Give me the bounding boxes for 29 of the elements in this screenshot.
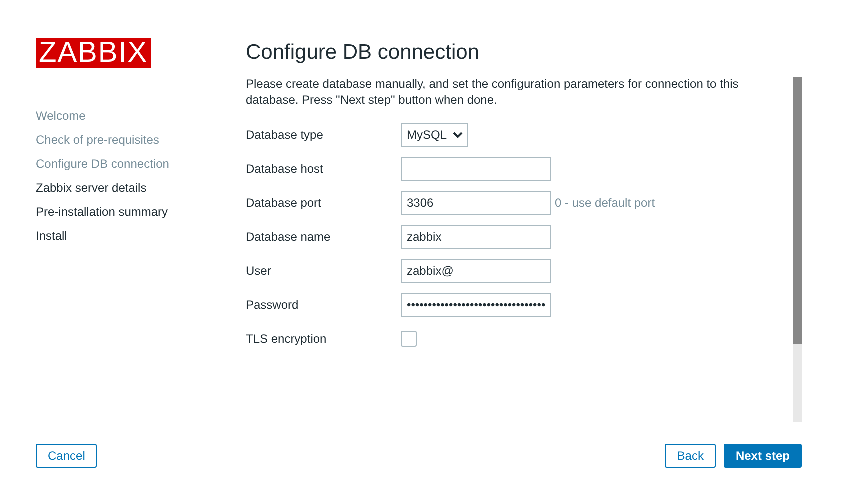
field-label: Password (246, 297, 300, 314)
input-field[interactable]: ••••••••••••••••••••••••••••••••• (401, 293, 551, 318)
input-field[interactable]: zabbix (401, 225, 551, 250)
next-step-button[interactable]: Next step (724, 444, 802, 468)
step-item: Install (36, 228, 68, 245)
page-title: Configure DB connection (246, 40, 480, 66)
description: Please create database manually, and set the configuration parameters for connection to this database. Press "Next step" button when done. (246, 76, 740, 108)
field-label: Database port (246, 195, 322, 212)
hint-text: 0 - use default port (555, 195, 656, 212)
select-field[interactable]: MySQL (401, 123, 468, 148)
field-label: Database name (246, 229, 332, 246)
step-item: Welcome (36, 108, 87, 125)
field-label: TLS encryption (246, 331, 328, 348)
step-item: Configure DB connection (36, 156, 170, 173)
field-label: User (246, 263, 272, 280)
scrollbar[interactable] (793, 77, 802, 422)
field-label: Database type (246, 127, 324, 144)
step-item: Zabbix server details (36, 180, 148, 197)
logo: ZABBIX (36, 38, 152, 68)
input-field[interactable] (401, 157, 551, 182)
back-button[interactable]: Back (665, 444, 716, 468)
checkbox[interactable] (401, 331, 417, 348)
input-field[interactable]: 3306 (401, 191, 551, 216)
chevron-down-icon (453, 132, 464, 139)
input-field[interactable]: zabbix@ (401, 259, 551, 284)
step-item: Check of pre-requisites (36, 132, 160, 149)
step-item: Pre-installation summary (36, 204, 170, 221)
field-label: Database host (246, 161, 324, 178)
cancel-button[interactable]: Cancel (36, 444, 98, 468)
